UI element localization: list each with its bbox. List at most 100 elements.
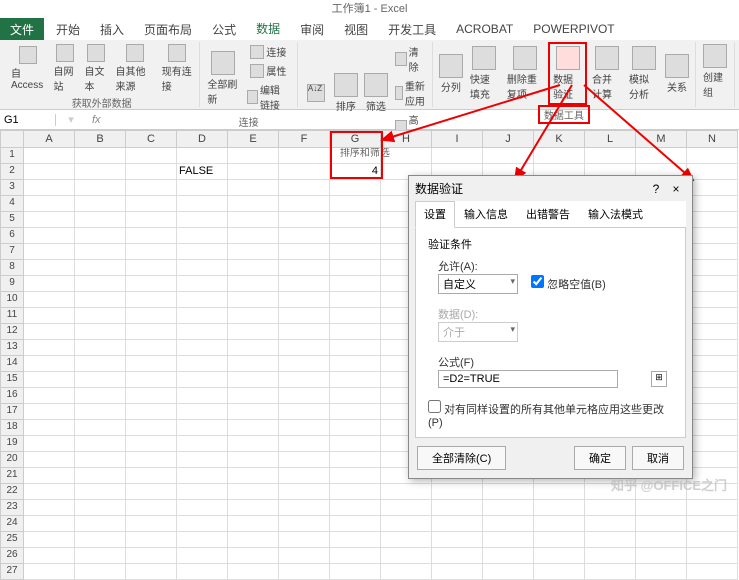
cell[interactable] — [687, 516, 738, 532]
cell[interactable] — [330, 500, 381, 516]
row-header[interactable]: 26 — [0, 548, 24, 564]
cell[interactable] — [75, 180, 126, 196]
row-header[interactable]: 2 — [0, 164, 24, 180]
cell[interactable] — [177, 244, 228, 260]
cell[interactable] — [126, 196, 177, 212]
cell[interactable] — [177, 436, 228, 452]
cell[interactable] — [687, 260, 738, 276]
cell[interactable] — [228, 564, 279, 580]
row-header[interactable]: 8 — [0, 260, 24, 276]
btn-whatif[interactable]: 模拟分析 — [626, 42, 661, 105]
cell[interactable] — [126, 324, 177, 340]
cell[interactable] — [24, 276, 75, 292]
cell[interactable] — [279, 244, 330, 260]
row-header[interactable]: 23 — [0, 500, 24, 516]
cell[interactable] — [75, 196, 126, 212]
cell[interactable] — [228, 516, 279, 532]
cell[interactable] — [534, 148, 585, 164]
cell[interactable] — [24, 324, 75, 340]
cell[interactable] — [687, 164, 738, 180]
cell[interactable] — [330, 564, 381, 580]
cell[interactable] — [687, 356, 738, 372]
ok-button[interactable]: 确定 — [574, 446, 626, 470]
cell[interactable] — [24, 564, 75, 580]
cell[interactable] — [483, 564, 534, 580]
cell[interactable] — [24, 436, 75, 452]
cell[interactable] — [126, 260, 177, 276]
tab-data[interactable]: 数据 — [246, 17, 290, 42]
cell[interactable] — [330, 260, 381, 276]
dlg-tab-ime[interactable]: 输入法模式 — [579, 201, 652, 227]
cell[interactable] — [330, 404, 381, 420]
cell[interactable] — [585, 500, 636, 516]
cell[interactable] — [279, 468, 330, 484]
cell[interactable] — [279, 548, 330, 564]
cell[interactable] — [75, 356, 126, 372]
cell[interactable] — [75, 484, 126, 500]
btn-connections[interactable]: 连接 — [244, 42, 293, 61]
cell[interactable] — [75, 260, 126, 276]
cell[interactable] — [687, 180, 738, 196]
cell[interactable] — [228, 212, 279, 228]
tab-acrobat[interactable]: ACROBAT — [446, 19, 523, 39]
cell[interactable] — [483, 500, 534, 516]
cell[interactable] — [330, 548, 381, 564]
cell[interactable] — [177, 196, 228, 212]
cell[interactable] — [585, 516, 636, 532]
cell[interactable] — [228, 484, 279, 500]
cell[interactable] — [330, 516, 381, 532]
btn-edit-links[interactable]: 编辑链接 — [244, 80, 293, 114]
cell[interactable] — [75, 404, 126, 420]
cell[interactable] — [126, 308, 177, 324]
btn-sort[interactable]: 排序 — [332, 42, 360, 144]
range-picker-icon[interactable]: ⊞ — [651, 371, 667, 387]
cell[interactable] — [228, 452, 279, 468]
cell[interactable] — [687, 292, 738, 308]
cell[interactable] — [126, 532, 177, 548]
cell[interactable] — [177, 340, 228, 356]
cell[interactable] — [24, 292, 75, 308]
select-all-corner[interactable] — [0, 130, 24, 148]
cell[interactable] — [330, 212, 381, 228]
cell[interactable] — [330, 436, 381, 452]
cell[interactable] — [228, 436, 279, 452]
cell[interactable] — [483, 516, 534, 532]
cell[interactable] — [636, 532, 687, 548]
cell[interactable] — [177, 356, 228, 372]
cell[interactable] — [24, 500, 75, 516]
btn-consolidate[interactable]: 合并计算 — [589, 42, 624, 105]
cell[interactable] — [75, 148, 126, 164]
cell[interactable] — [24, 196, 75, 212]
cell[interactable] — [228, 180, 279, 196]
cell[interactable] — [177, 228, 228, 244]
cell[interactable] — [228, 404, 279, 420]
allow-combo[interactable]: 自定义 — [438, 274, 518, 294]
cell[interactable] — [126, 372, 177, 388]
cell[interactable] — [228, 532, 279, 548]
cell[interactable] — [24, 308, 75, 324]
cell[interactable] — [687, 372, 738, 388]
cell[interactable] — [177, 212, 228, 228]
cell[interactable] — [24, 516, 75, 532]
cell[interactable] — [279, 516, 330, 532]
cell[interactable] — [330, 228, 381, 244]
cell[interactable] — [126, 548, 177, 564]
col-header[interactable]: C — [126, 130, 177, 148]
cell[interactable] — [126, 516, 177, 532]
cell[interactable] — [24, 404, 75, 420]
col-header[interactable]: J — [483, 130, 534, 148]
tab-review[interactable]: 审阅 — [290, 18, 334, 41]
cell[interactable] — [279, 180, 330, 196]
cell[interactable] — [24, 420, 75, 436]
cell[interactable] — [279, 324, 330, 340]
cell[interactable] — [636, 516, 687, 532]
row-header[interactable]: 9 — [0, 276, 24, 292]
dlg-tab-error[interactable]: 出错警告 — [517, 201, 579, 227]
cell[interactable] — [534, 516, 585, 532]
cell[interactable] — [228, 324, 279, 340]
row-header[interactable]: 27 — [0, 564, 24, 580]
cell[interactable] — [126, 420, 177, 436]
cell[interactable] — [330, 308, 381, 324]
cell[interactable] — [279, 164, 330, 180]
cell[interactable] — [330, 244, 381, 260]
